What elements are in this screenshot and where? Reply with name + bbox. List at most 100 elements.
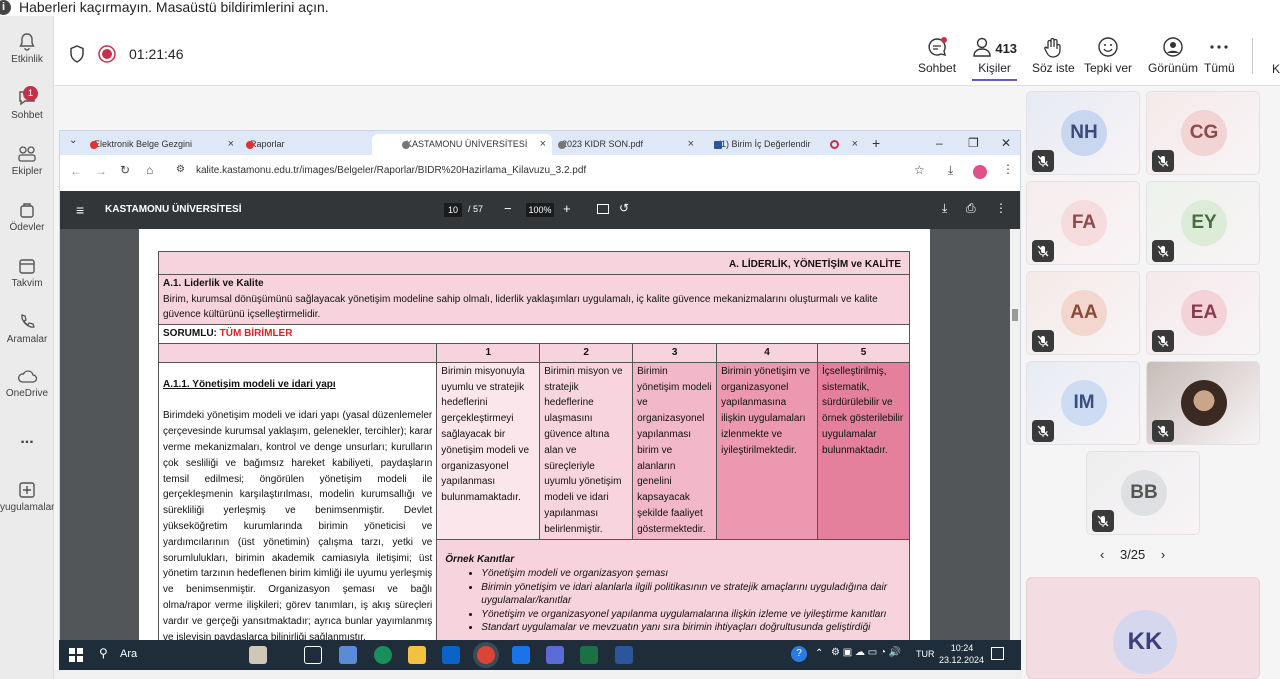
site-favicon bbox=[246, 141, 254, 149]
tab-kastamonu[interactable]: KASTAMONU ÜNİVERSİTESİ × bbox=[372, 134, 552, 155]
site-favicon bbox=[90, 141, 98, 149]
tab-e-belge[interactable]: Elektronik Belge Gezgini × bbox=[60, 134, 240, 155]
zoom-out-button[interactable]: − bbox=[504, 201, 512, 216]
people-button[interactable]: 413 Kişiler bbox=[972, 36, 1018, 81]
edge-icon[interactable] bbox=[374, 646, 392, 664]
add-apps-icon bbox=[19, 482, 35, 498]
mail-icon[interactable] bbox=[512, 646, 530, 664]
level-1-text: Birimin misyonuyla uyumlu ve stratejik h… bbox=[436, 361, 541, 540]
tab-kidr-pdf[interactable]: 2023 KIDR SON.pdf × bbox=[528, 134, 700, 155]
rubric-table: A. LİDERLİK, YÖNETİŞİM ve KALİTE A.1. Li… bbox=[157, 251, 910, 640]
tab-label: Elektronik Belge Gezgini bbox=[94, 139, 193, 149]
help-icon[interactable]: ? bbox=[791, 646, 807, 662]
zoom-input[interactable]: 100% bbox=[526, 203, 554, 217]
participant-tile[interactable]: FA bbox=[1026, 181, 1140, 265]
rail-item-assignments[interactable]: Ödevler bbox=[0, 200, 54, 233]
participant-tile[interactable]: AA bbox=[1026, 271, 1140, 355]
raise-hand-button[interactable]: Söz iste bbox=[1032, 36, 1075, 75]
site-info-icon[interactable]: ⚙ bbox=[176, 164, 185, 175]
forward-icon[interactable]: → bbox=[95, 164, 107, 178]
avatar bbox=[1181, 380, 1227, 426]
rail-label: Etkinlik bbox=[11, 54, 43, 65]
hamburger-icon[interactable]: ≡ bbox=[76, 202, 84, 218]
clock-time[interactable]: 10:24 bbox=[942, 643, 982, 653]
windows-start-icon[interactable] bbox=[69, 648, 83, 662]
clock-date[interactable]: 23.12.2024 bbox=[939, 655, 984, 665]
tray-icons[interactable]: ⚙ ▣ ☁ ▭ ◔ 🔊 bbox=[831, 647, 901, 658]
section-header: A. LİDERLİK, YÖNETİŞİM ve KALİTE bbox=[158, 251, 910, 275]
participant-tile[interactable]: BB bbox=[1086, 451, 1200, 535]
participant-tile[interactable]: IM bbox=[1026, 361, 1140, 445]
rail-item-onedrive[interactable]: OneDrive bbox=[0, 368, 54, 399]
teams-taskbar-icon[interactable] bbox=[546, 646, 564, 664]
scrollbar-thumb[interactable] bbox=[1012, 309, 1018, 321]
chat-button[interactable]: Sohbet bbox=[918, 36, 956, 75]
rail-item-teams[interactable]: Ekipler bbox=[0, 144, 54, 177]
minimize-button[interactable]: – bbox=[936, 131, 943, 155]
browser-menu-icon[interactable]: ⋮ bbox=[1002, 162, 1014, 176]
pdf-scrollbar[interactable] bbox=[1010, 229, 1020, 640]
print-icon[interactable]: ⎙ bbox=[966, 201, 976, 216]
tab-close-icon[interactable]: × bbox=[852, 134, 858, 155]
bookmark-star-icon[interactable]: ☆ bbox=[914, 163, 925, 177]
excel-icon[interactable] bbox=[580, 646, 598, 664]
calendar-icon bbox=[19, 259, 35, 274]
copilot-icon[interactable] bbox=[339, 646, 357, 664]
avatar: KK bbox=[1113, 610, 1177, 674]
rail-item-more[interactable]: ... bbox=[0, 430, 54, 448]
home-icon[interactable]: ⌂ bbox=[146, 163, 153, 177]
next-page-icon[interactable]: › bbox=[1161, 547, 1165, 562]
rail-label: yugulamalar bbox=[0, 502, 55, 513]
dropbox-icon[interactable] bbox=[442, 646, 460, 664]
search-icon[interactable]: ⚲ bbox=[99, 646, 108, 660]
close-window-button[interactable]: ✕ bbox=[1001, 131, 1011, 155]
pdf-download-icon[interactable]: ⤓ bbox=[942, 201, 947, 216]
participant-tile[interactable]: NH bbox=[1026, 91, 1140, 175]
tab-raporlar[interactable]: Raporlar × bbox=[216, 134, 396, 155]
speaker-tile[interactable]: KK bbox=[1026, 577, 1260, 679]
chrome-icon[interactable] bbox=[477, 646, 495, 664]
participant-tile[interactable]: EY bbox=[1146, 181, 1260, 265]
word-icon[interactable] bbox=[615, 646, 633, 664]
hand-icon bbox=[1044, 37, 1061, 58]
tab-birim-ic[interactable]: (1) Birim İç Değerlendir × bbox=[684, 134, 864, 155]
more-button[interactable]: Tümü bbox=[1204, 36, 1235, 75]
participant-tile[interactable]: EA bbox=[1146, 271, 1260, 355]
download-icon[interactable]: ⤓ bbox=[948, 163, 953, 178]
participant-tile[interactable]: CG bbox=[1146, 91, 1260, 175]
language-indicator[interactable]: TUR bbox=[916, 649, 935, 659]
back-icon[interactable]: ← bbox=[70, 164, 82, 178]
pdf-menu-icon[interactable]: ⋮ bbox=[995, 201, 1007, 215]
pdf-viewer[interactable]: A. LİDERLİK, YÖNETİŞİM ve KALİTE A.1. Li… bbox=[60, 229, 1010, 640]
notification-bar[interactable]: i Haberleri kaçırmayın. Masaüstü bildirim… bbox=[0, 0, 1280, 16]
rail-item-chat[interactable]: 1 Sohbet bbox=[0, 86, 54, 121]
rail-label: Ekipler bbox=[11, 166, 43, 177]
react-button[interactable]: Tepki ver bbox=[1084, 36, 1132, 75]
mic-muted-icon bbox=[1092, 510, 1114, 532]
rail-item-activity[interactable]: Etkinlik bbox=[0, 32, 54, 65]
chat-badge: 1 bbox=[23, 86, 38, 101]
rail-item-calendar[interactable]: Takvim bbox=[0, 256, 54, 289]
reload-icon[interactable]: ↻ bbox=[120, 163, 130, 177]
leave-button-partial[interactable]: K bbox=[1272, 62, 1280, 76]
prev-page-icon[interactable]: ‹ bbox=[1100, 547, 1104, 562]
fit-page-icon[interactable] bbox=[597, 204, 609, 214]
zoom-in-button[interactable]: + bbox=[563, 201, 571, 216]
notifications-icon[interactable] bbox=[991, 647, 1004, 660]
page-number-input[interactable]: 10 bbox=[444, 203, 462, 217]
task-view-icon[interactable] bbox=[304, 646, 322, 664]
url-input[interactable]: kalite.kastamonu.edu.tr/images/Belgeler/… bbox=[196, 165, 586, 176]
maximize-button[interactable]: ❐ bbox=[968, 131, 979, 155]
level-header: 2 bbox=[539, 342, 634, 363]
new-tab-button[interactable]: + bbox=[872, 131, 880, 155]
rail-item-apps[interactable]: yugulamalar bbox=[0, 480, 54, 513]
view-button[interactable]: Görünüm bbox=[1148, 36, 1198, 75]
file-explorer-icon[interactable] bbox=[408, 646, 426, 664]
profile-avatar[interactable] bbox=[973, 165, 987, 179]
rail-item-calls[interactable]: Aramalar bbox=[0, 312, 54, 345]
avatar: AA bbox=[1061, 290, 1107, 336]
taskbar-search[interactable]: Ara bbox=[120, 648, 137, 660]
rotate-icon[interactable]: ↺ bbox=[619, 201, 629, 215]
participant-tile[interactable] bbox=[1146, 361, 1260, 445]
tray-overflow-icon[interactable]: ⌃ bbox=[815, 648, 823, 659]
